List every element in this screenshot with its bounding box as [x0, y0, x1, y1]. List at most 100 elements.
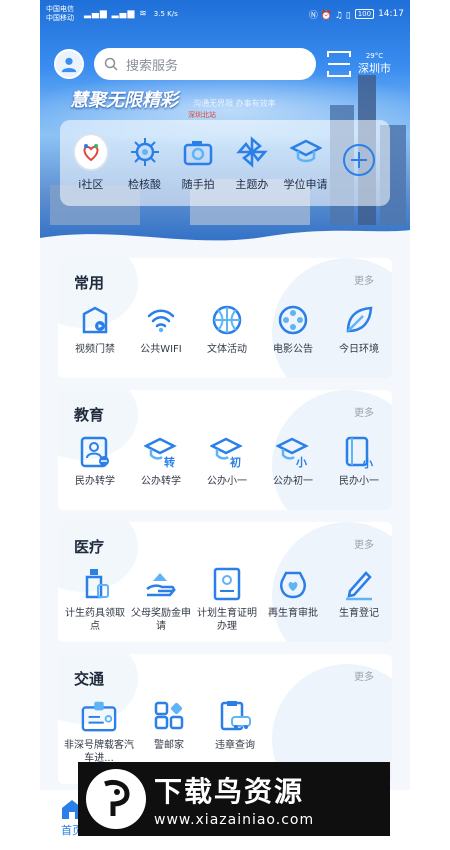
section-education: 教育 更多 民办转学 转 公办转学 初 公办小一 小 公办初一 小 民办小一: [58, 390, 392, 510]
book-primary-icon: 小: [341, 434, 377, 470]
quick-degree-apply[interactable]: 学位申请: [279, 134, 333, 192]
service-sports[interactable]: 文体活动: [194, 302, 260, 356]
service-label: 文体活动: [207, 344, 247, 355]
search-placeholder: 搜索服务: [126, 58, 179, 74]
more-link[interactable]: 更多: [354, 536, 374, 551]
quick-label: 检核酸: [128, 178, 161, 191]
service-parent-reward[interactable]: 父母奖励金申请: [128, 566, 194, 633]
service-label: 再生育审批: [268, 608, 318, 619]
temperature: 29°C: [365, 52, 384, 60]
nfc-icon: Ⓝ ⏰ ♫ ▯: [308, 10, 351, 21]
cap-junior-icon: 小: [275, 434, 311, 470]
avatar[interactable]: [54, 49, 84, 79]
cap-primary-icon: 初: [209, 434, 245, 470]
wifi-icon: [143, 302, 179, 338]
service-birth-register[interactable]: 生育登记: [326, 566, 392, 633]
service-label: 公办转学: [141, 476, 181, 487]
carrier-2: 中国移动: [46, 14, 74, 22]
quick-community[interactable]: i社区: [64, 133, 118, 192]
quick-label: 学位申请: [283, 178, 328, 191]
service-label: 警邮家: [154, 740, 184, 751]
quick-label: i社区: [78, 178, 104, 191]
search-icon: [104, 57, 118, 71]
virus-icon: [127, 134, 163, 170]
service-public-wifi[interactable]: 公共WIFI: [128, 302, 194, 356]
watermark-banner: 下载鸟资源 www.xiazainiao.com: [78, 762, 390, 836]
carrier-1: 中国电信: [46, 5, 74, 13]
quick-add[interactable]: [332, 142, 386, 184]
weather-widget[interactable]: 29°C 深圳市: [358, 52, 391, 76]
watermark-url: www.xiazainiao.com: [154, 812, 315, 828]
basketball-icon: [209, 302, 245, 338]
quick-nucleic-test[interactable]: 检核酸: [118, 134, 172, 192]
badge-text: 小: [361, 456, 373, 469]
service-label: 今日环境: [339, 344, 379, 355]
slogan-tag: 深圳北站: [188, 111, 216, 119]
watermark-title: 下载鸟资源: [154, 775, 305, 808]
status-bar: 中国电信 中国移动 ▂▄▆ ▂▄▆ ≋ 3.5 K/s Ⓝ ⏰ ♫ ▯ 100 …: [40, 0, 410, 28]
section-title: 交通: [74, 670, 105, 688]
quick-actions-bar: i社区 检核酸 随手拍 主题办 学位申请: [60, 120, 390, 206]
quick-label: 随手拍: [181, 178, 215, 191]
car-clipboard-icon: [217, 698, 253, 734]
service-private-primary[interactable]: 小 民办小一: [326, 434, 392, 488]
community-icon: [72, 133, 109, 171]
service-private-transfer[interactable]: 民办转学: [62, 434, 128, 488]
clock: 14:17: [378, 9, 404, 19]
service-second-birth[interactable]: 再生育审批: [260, 566, 326, 633]
scan-icon[interactable]: [326, 49, 352, 79]
service-label: 父母奖励金申请: [131, 608, 191, 632]
badge-text: 转: [164, 455, 175, 469]
search-input[interactable]: 搜索服务: [94, 48, 316, 80]
section-medical: 医疗 更多 计生药具领取点 父母奖励金申请 计划生育证明办理 再生育审批 生育登…: [58, 522, 392, 642]
video-door-icon: [77, 302, 113, 338]
service-environment[interactable]: 今日环境: [326, 302, 392, 356]
leaf-icon: [341, 302, 377, 338]
more-link[interactable]: 更多: [354, 668, 374, 683]
banner-slogan: 慧聚无限精彩 沟通无界限 办事有效率 深圳北站: [70, 86, 276, 119]
badge-text: 小: [295, 455, 307, 469]
slogan-main: 慧聚无限精彩: [70, 90, 178, 111]
signal-icon: ▂▄▆ ▂▄▆ ≋: [84, 9, 148, 19]
badge-text: 初: [230, 455, 241, 469]
battery-icon: 100: [354, 9, 375, 19]
service-public-junior[interactable]: 小 公办初一: [260, 434, 326, 488]
quick-label: 主题办: [235, 178, 269, 191]
service-label: 民办小一: [339, 476, 379, 487]
network-speed: 3.5 K/s: [153, 10, 178, 18]
service-police-post[interactable]: 警邮家: [136, 698, 202, 765]
plus-circle-icon: [341, 142, 377, 178]
service-label: 计生药具领取点: [65, 608, 125, 632]
graduation-cap-icon: [288, 134, 324, 170]
service-video-door[interactable]: 视频门禁: [62, 302, 128, 356]
slogan-sub: 沟通无界限 办事有效率: [193, 99, 276, 108]
service-label: 电影公告: [273, 344, 313, 355]
service-public-transfer[interactable]: 转 公办转学: [128, 434, 194, 488]
more-link[interactable]: 更多: [354, 272, 374, 287]
service-nonlocal-plate[interactable]: 非深号牌载客汽车进...: [62, 698, 136, 765]
city-name: 深圳市: [358, 62, 391, 75]
more-link[interactable]: 更多: [354, 404, 374, 419]
service-violation-query[interactable]: 违章查询: [202, 698, 268, 765]
medicine-bottle-icon: [77, 566, 113, 602]
hand-reward-icon: [143, 566, 179, 602]
service-movie[interactable]: 电影公告: [260, 302, 326, 356]
quick-snapshot[interactable]: 随手拍: [171, 134, 225, 192]
service-label: 民办转学: [75, 476, 115, 487]
camera-icon: [180, 134, 216, 170]
pen-register-icon: [341, 566, 377, 602]
service-label: 公共WIFI: [140, 344, 182, 355]
service-label: 公办初一: [273, 476, 313, 487]
section-common: 常用 更多 视频门禁 公共WIFI 文体活动 电影公告 今日环境: [58, 258, 392, 378]
cap-transfer-icon: 转: [143, 434, 179, 470]
student-transfer-icon: [77, 434, 113, 470]
service-family-certificate[interactable]: 计划生育证明办理: [194, 566, 260, 633]
quick-theme[interactable]: 主题办: [225, 134, 279, 192]
section-title: 常用: [74, 274, 105, 292]
watermark-bird-logo-icon: [86, 769, 146, 829]
service-public-primary[interactable]: 初 公办小一: [194, 434, 260, 488]
id-card-icon: [81, 698, 117, 734]
service-contraceptive[interactable]: 计生药具领取点: [62, 566, 128, 633]
blocks-icon: [151, 698, 187, 734]
section-title: 医疗: [74, 538, 105, 556]
